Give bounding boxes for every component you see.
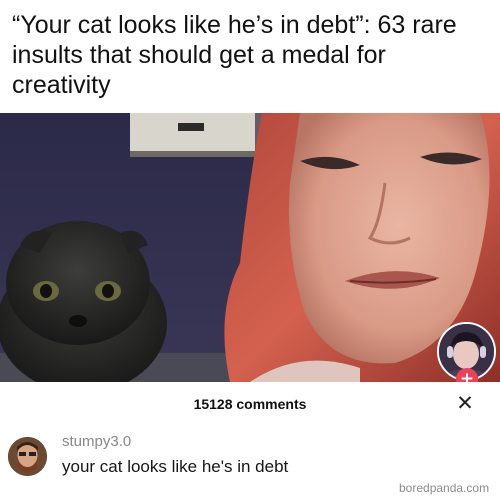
commenter-avatar[interactable] (8, 437, 47, 476)
comment-username[interactable]: stumpy3.0 (62, 433, 131, 450)
close-icon[interactable]: ✕ (452, 390, 478, 416)
cat-figure (0, 221, 167, 382)
article-headline: “Your cat looks like he’s in debt”: 63 r… (12, 11, 457, 99)
comments-panel: 15128 comments ✕ stumpy3.0 your cat look… (0, 382, 500, 500)
comment-item[interactable]: stumpy3.0 your cat looks like he's in de… (0, 430, 500, 500)
video-frame[interactable] (0, 113, 500, 382)
video-scene-image (0, 113, 500, 382)
user-avatar-icon (8, 437, 47, 476)
comments-count: 15128 comments (193, 396, 307, 412)
background-shelf (130, 113, 265, 151)
watermark: boredpanda.com (399, 481, 490, 495)
comment-text: your cat looks like he's in debt (62, 457, 289, 476)
